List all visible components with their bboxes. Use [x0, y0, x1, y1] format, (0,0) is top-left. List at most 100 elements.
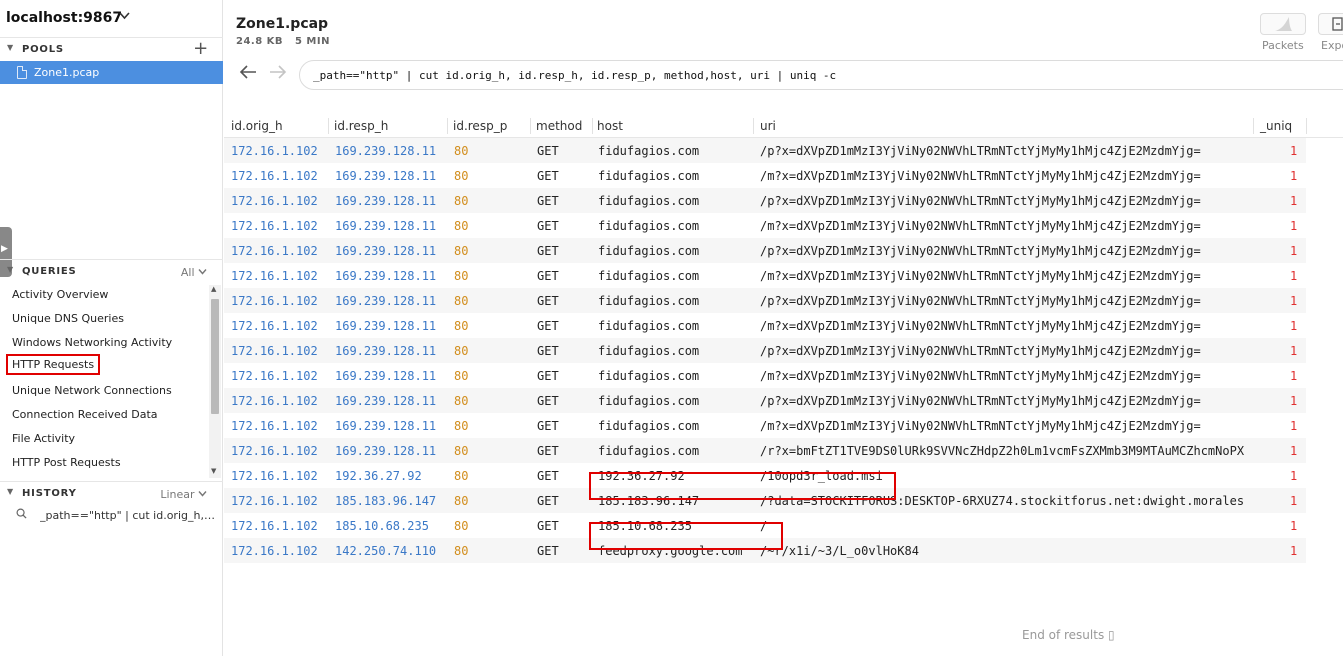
cell-resp-h[interactable]: 169.239.128.11 [335, 219, 436, 233]
cell-method: GET [537, 444, 559, 458]
query-item-activity-overview[interactable]: Activity Overview [12, 288, 108, 301]
column-header-orig-h[interactable]: id.orig_h [231, 119, 283, 133]
table-row[interactable]: 172.16.1.102 169.239.128.11 80 GET fidufagio… [224, 213, 1306, 238]
cell-orig-h[interactable]: 172.16.1.102 [231, 519, 318, 533]
query-item-http-post-requests[interactable]: HTTP Post Requests [12, 456, 121, 469]
column-resize-handle[interactable] [530, 118, 531, 134]
history-mode-label: Linear [160, 488, 195, 501]
history-section-header[interactable]: ▼ HISTORY Linear [0, 484, 223, 504]
column-header-method[interactable]: method [536, 119, 582, 133]
cell-orig-h[interactable]: 172.16.1.102 [231, 294, 318, 308]
query-item-http-requests[interactable]: HTTP Requests [5, 354, 101, 375]
pools-section-header[interactable]: ▼ POOLS + [0, 38, 223, 60]
cell-orig-h[interactable]: 172.16.1.102 [231, 444, 318, 458]
table-row[interactable]: 172.16.1.102 169.239.128.11 80 GET fidufagio… [224, 238, 1306, 263]
history-mode-dropdown[interactable]: Linear [160, 488, 207, 501]
divider [0, 259, 223, 260]
query-item-connection-received-data[interactable]: Connection Received Data [12, 408, 158, 421]
collapse-triangle-icon[interactable]: ▼ [7, 487, 14, 496]
column-resize-handle[interactable] [1306, 118, 1307, 134]
collapse-triangle-icon[interactable]: ▼ [7, 265, 14, 274]
column-resize-handle[interactable] [447, 118, 448, 134]
table-row[interactable]: 172.16.1.102 169.239.128.11 80 GET fidufagio… [224, 388, 1306, 413]
queries-section-header[interactable]: ▼ QUERIES All [0, 262, 223, 282]
scroll-down-icon[interactable]: ▼ [211, 467, 216, 475]
cell-host: fidufagios.com [598, 294, 700, 308]
pcap-duration: 5 MIN [294, 36, 330, 47]
cell-resp-h[interactable]: 185.10.68.235 [335, 519, 429, 533]
table-row[interactable]: 172.16.1.102 169.239.128.11 80 GET fidufagio… [224, 138, 1306, 163]
divider [0, 481, 223, 482]
cell-resp-h[interactable]: 169.239.128.11 [335, 369, 436, 383]
cell-resp-h[interactable]: 185.183.96.147 [335, 494, 436, 508]
column-resize-handle[interactable] [328, 118, 329, 134]
table-row[interactable]: 172.16.1.102 169.239.128.11 80 GET fidufagio… [224, 288, 1306, 313]
table-row[interactable]: 172.16.1.102 169.239.128.11 80 GET fidufagio… [224, 413, 1306, 438]
query-search-input[interactable]: _path=="http" | cut id.orig_h, id.resp_h… [299, 60, 1343, 90]
cell-resp-h[interactable]: 169.239.128.11 [335, 144, 436, 158]
lake-title[interactable]: localhost:9867 [6, 10, 122, 26]
cell-orig-h[interactable]: 172.16.1.102 [231, 319, 318, 333]
cell-resp-h[interactable]: 169.239.128.11 [335, 244, 436, 258]
table-row[interactable]: 172.16.1.102 169.239.128.11 80 GET fidufagio… [224, 363, 1306, 388]
column-header-resp-p[interactable]: id.resp_p [453, 119, 507, 133]
queries-filter-dropdown[interactable]: All [181, 266, 207, 279]
chevron-down-icon[interactable] [119, 10, 130, 24]
column-header-uniq[interactable]: _uniq [1260, 119, 1292, 133]
column-header-host[interactable]: host [597, 119, 623, 133]
packets-button[interactable] [1260, 13, 1306, 35]
query-list-scrollbar[interactable]: ▲ ▼ [209, 285, 221, 478]
query-item-windows-networking-activity[interactable]: Windows Networking Activity [12, 336, 172, 349]
cell-orig-h[interactable]: 172.16.1.102 [231, 194, 318, 208]
pool-item-zone1[interactable]: Zone1.pcap [0, 61, 223, 84]
cell-resp-h[interactable]: 169.239.128.11 [335, 294, 436, 308]
table-row[interactable]: 172.16.1.102 169.239.128.11 80 GET fidufagio… [224, 438, 1306, 463]
cell-host: fidufagios.com [598, 194, 700, 208]
back-arrow-icon[interactable] [239, 64, 257, 84]
cell-orig-h[interactable]: 172.16.1.102 [231, 169, 318, 183]
column-header-uri[interactable]: uri [760, 119, 776, 133]
export-button[interactable] [1318, 13, 1343, 35]
cell-resp-h[interactable]: 169.239.128.11 [335, 169, 436, 183]
cell-orig-h[interactable]: 172.16.1.102 [231, 494, 318, 508]
cell-resp-h[interactable]: 169.239.128.11 [335, 419, 436, 433]
cell-orig-h[interactable]: 172.16.1.102 [231, 144, 318, 158]
cell-resp-h[interactable]: 142.250.74.110 [335, 544, 436, 558]
cell-resp-h[interactable]: 169.239.128.11 [335, 269, 436, 283]
cell-orig-h[interactable]: 172.16.1.102 [231, 244, 318, 258]
column-resize-handle[interactable] [1253, 118, 1254, 134]
cell-resp-h[interactable]: 169.239.128.11 [335, 344, 436, 358]
column-resize-handle[interactable] [592, 118, 593, 134]
table-row[interactable]: 172.16.1.102 169.239.128.11 80 GET fidufagio… [224, 163, 1306, 188]
cell-resp-h[interactable]: 192.36.27.92 [335, 469, 422, 483]
column-header-resp-h[interactable]: id.resp_h [334, 119, 388, 133]
table-row[interactable]: 172.16.1.102 169.239.128.11 80 GET fidufagio… [224, 188, 1306, 213]
cell-resp-h[interactable]: 169.239.128.11 [335, 394, 436, 408]
forward-arrow-icon[interactable] [269, 64, 287, 84]
scroll-up-icon[interactable]: ▲ [211, 285, 216, 293]
query-item-unique-dns-queries[interactable]: Unique DNS Queries [12, 312, 124, 325]
query-text[interactable]: _path=="http" | cut id.orig_h, id.resp_h… [313, 69, 836, 82]
cell-uniq: 1 [1290, 244, 1298, 258]
cell-resp-h[interactable]: 169.239.128.11 [335, 444, 436, 458]
history-item[interactable]: _path=="http" | cut id.orig_h, id.resp_h… [16, 508, 220, 524]
cell-orig-h[interactable]: 172.16.1.102 [231, 419, 318, 433]
cell-resp-h[interactable]: 169.239.128.11 [335, 194, 436, 208]
cell-orig-h[interactable]: 172.16.1.102 [231, 344, 318, 358]
table-row[interactable]: 172.16.1.102 169.239.128.11 80 GET fidufagio… [224, 313, 1306, 338]
cell-resp-h[interactable]: 169.239.128.11 [335, 319, 436, 333]
cell-orig-h[interactable]: 172.16.1.102 [231, 269, 318, 283]
cell-orig-h[interactable]: 172.16.1.102 [231, 544, 318, 558]
table-row[interactable]: 172.16.1.102 169.239.128.11 80 GET fidufagio… [224, 263, 1306, 288]
table-row[interactable]: 172.16.1.102 169.239.128.11 80 GET fidufagio… [224, 338, 1306, 363]
query-item-unique-network-connections[interactable]: Unique Network Connections [12, 384, 172, 397]
cell-orig-h[interactable]: 172.16.1.102 [231, 219, 318, 233]
add-pool-icon[interactable]: + [193, 38, 209, 59]
query-item-file-activity[interactable]: File Activity [12, 432, 75, 445]
collapse-triangle-icon[interactable]: ▼ [7, 43, 14, 52]
cell-orig-h[interactable]: 172.16.1.102 [231, 469, 318, 483]
cell-orig-h[interactable]: 172.16.1.102 [231, 369, 318, 383]
column-resize-handle[interactable] [753, 118, 754, 134]
cell-orig-h[interactable]: 172.16.1.102 [231, 394, 318, 408]
scrollbar-thumb[interactable] [211, 299, 219, 414]
